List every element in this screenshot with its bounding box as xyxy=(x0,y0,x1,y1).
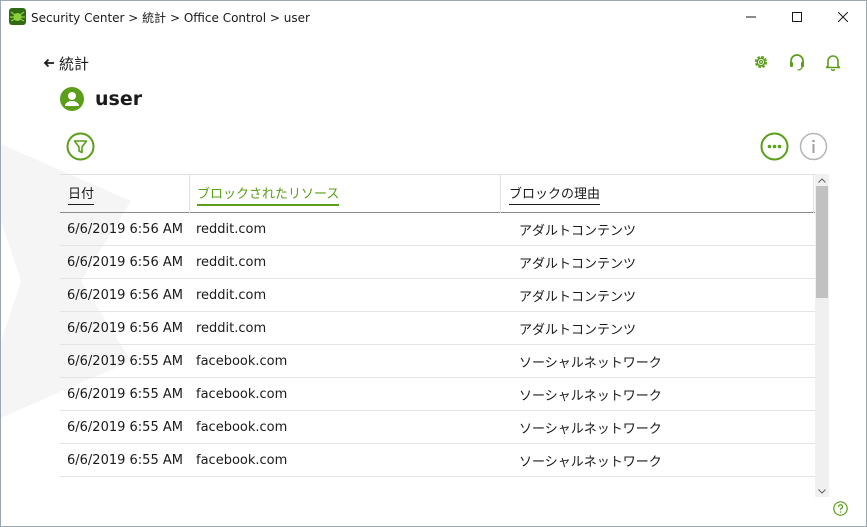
user-avatar-icon xyxy=(60,87,84,111)
table-header: 日付 ブロックされたリソース ブロックの理由 xyxy=(60,174,815,213)
cell-date: 6/6/2019 6:56 AM xyxy=(67,320,183,336)
table-body: 6/6/2019 6:56 AM reddit.com アダルトコンテンツ 6/6/2… xyxy=(60,213,815,477)
cell-resource: reddit.com xyxy=(196,287,267,303)
maximize-icon xyxy=(792,11,802,22)
cell-date: 6/6/2019 6:56 AM xyxy=(67,287,183,303)
column-header-date[interactable]: 日付 xyxy=(68,175,95,213)
headset-icon[interactable] xyxy=(788,53,806,71)
cell-resource: facebook.com xyxy=(196,419,288,435)
cell-reason: ソーシャルネットワーク xyxy=(519,454,662,470)
cell-reason: アダルトコンテンツ xyxy=(519,256,637,272)
app-window: Security Center > 統計 > Office Control > … xyxy=(0,0,867,527)
cell-date: 6/6/2019 6:56 AM xyxy=(67,221,183,237)
cell-reason: ソーシャルネットワーク xyxy=(519,421,662,437)
cell-reason: アダルトコンテンツ xyxy=(519,322,637,338)
minimize-icon xyxy=(746,16,756,17)
help-icon[interactable] xyxy=(833,501,848,516)
close-button[interactable] xyxy=(825,1,861,32)
close-icon xyxy=(838,11,848,22)
cell-resource: reddit.com xyxy=(196,221,267,237)
table-row[interactable]: 6/6/2019 6:55 AM facebook.com ソーシャルネットワーク xyxy=(60,444,815,477)
cell-resource: reddit.com xyxy=(196,254,267,270)
drweb-spider-icon xyxy=(9,8,26,25)
statistics-table: 日付 ブロックされたリソース ブロックの理由 6/6/2019 6:56 AM r… xyxy=(60,174,815,477)
cell-reason: アダルトコンテンツ xyxy=(519,289,637,305)
title-bar: Security Center > 統計 > Office Control > … xyxy=(1,1,866,32)
back-label: 統計 xyxy=(59,54,90,73)
cell-date: 6/6/2019 6:55 AM xyxy=(67,452,183,468)
cell-date: 6/6/2019 6:56 AM xyxy=(67,254,183,270)
cell-date: 6/6/2019 6:55 AM xyxy=(67,419,183,435)
more-icon[interactable] xyxy=(760,132,789,161)
cell-resource: reddit.com xyxy=(196,320,267,336)
cell-reason: アダルトコンテンツ xyxy=(519,223,637,239)
back-link[interactable]: 統計 xyxy=(43,53,89,73)
scroll-down-button[interactable] xyxy=(815,485,829,497)
cell-resource: facebook.com xyxy=(196,353,288,369)
column-header-block-reason[interactable]: ブロックの理由 xyxy=(509,175,601,213)
cell-reason: ソーシャルネットワーク xyxy=(519,388,662,404)
table-row[interactable]: 6/6/2019 6:56 AM reddit.com アダルトコンテンツ xyxy=(60,213,815,246)
table-row[interactable]: 6/6/2019 6:56 AM reddit.com アダルトコンテンツ xyxy=(60,246,815,279)
table-row[interactable]: 6/6/2019 6:55 AM facebook.com ソーシャルネットワーク xyxy=(60,345,815,378)
cell-date: 6/6/2019 6:55 AM xyxy=(67,353,183,369)
arrow-left-icon xyxy=(43,58,54,68)
minimize-button[interactable] xyxy=(733,1,769,32)
window-title: Security Center > 統計 > Office Control > … xyxy=(31,11,310,25)
column-divider[interactable] xyxy=(813,175,814,213)
vertical-scrollbar[interactable] xyxy=(815,174,829,497)
table-row[interactable]: 6/6/2019 6:55 AM facebook.com ソーシャルネットワーク xyxy=(60,411,815,444)
scroll-thumb[interactable] xyxy=(816,186,828,298)
maximize-button[interactable] xyxy=(779,1,815,32)
cell-resource: facebook.com xyxy=(196,452,288,468)
column-header-blocked-resource[interactable]: ブロックされたリソース xyxy=(197,175,340,213)
filter-icon[interactable] xyxy=(66,132,95,161)
column-divider[interactable] xyxy=(189,175,190,213)
cell-reason: ソーシャルネットワーク xyxy=(519,355,662,371)
scroll-up-button[interactable] xyxy=(815,174,829,186)
cell-date: 6/6/2019 6:55 AM xyxy=(67,386,183,402)
gear-icon[interactable] xyxy=(752,53,770,71)
column-divider[interactable] xyxy=(500,175,501,213)
cell-resource: facebook.com xyxy=(196,386,288,402)
user-header: user xyxy=(60,86,142,112)
bell-icon[interactable] xyxy=(824,53,842,71)
table-row[interactable]: 6/6/2019 6:56 AM reddit.com アダルトコンテンツ xyxy=(60,279,815,312)
table-row[interactable]: 6/6/2019 6:55 AM facebook.com ソーシャルネットワーク xyxy=(60,378,815,411)
table-row[interactable]: 6/6/2019 6:56 AM reddit.com アダルトコンテンツ xyxy=(60,312,815,345)
chevron-up-icon xyxy=(818,177,826,183)
user-name: user xyxy=(95,88,143,110)
info-icon[interactable] xyxy=(799,132,828,161)
chevron-down-icon xyxy=(818,488,826,494)
